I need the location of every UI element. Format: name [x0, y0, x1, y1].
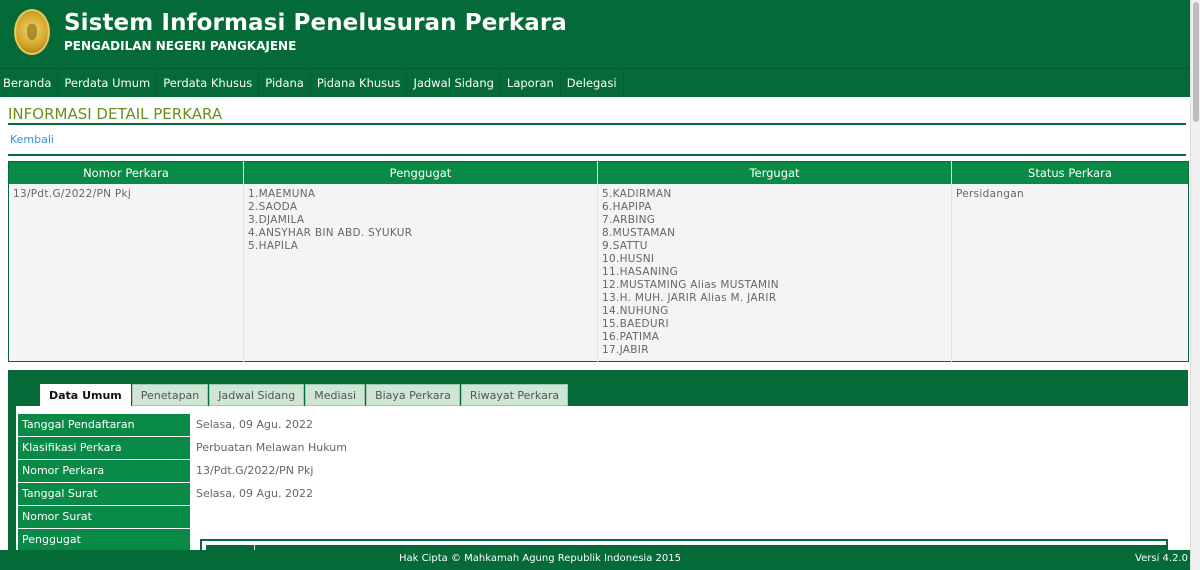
field-value-tanggal-pendaftaran: Selasa, 09 Agu. 2022 [196, 418, 313, 431]
page: Sistem Informasi Penelusuran Perkara PEN… [0, 0, 1200, 570]
court-emblem-icon [14, 9, 50, 55]
tab-riwayat-perkara[interactable]: Riwayat Perkara [460, 384, 569, 406]
penggugat-cell: 1.MAEMUNA 2.SAODA 3.DJAMILA 4.ANSYHAR BI… [243, 183, 598, 362]
column-header-nomor: Nomor Perkara [8, 161, 244, 184]
footer-version: Versi 4.2.0 [1135, 553, 1188, 564]
tab-content-data-umum: Tanggal Pendaftaran Selasa, 09 Agu. 2022… [16, 406, 1188, 570]
main-nav: Beranda Perdata Umum Perdata Khusus Pida… [0, 68, 1190, 97]
page-scrollbar[interactable] [1190, 0, 1200, 570]
tergugat-name: 14.NUHUNG [602, 304, 669, 317]
field-value-klasifikasi-perkara: Perbuatan Melawan Hukum [196, 441, 347, 454]
footer-copyright: Hak Cipta © Mahkamah Agung Republik Indo… [399, 553, 681, 564]
nav-item-perdata-umum[interactable]: Perdata Umum [58, 69, 158, 97]
tab-data-umum[interactable]: Data Umum [40, 384, 131, 406]
nav-item-pidana-khusus[interactable]: Pidana Khusus [311, 69, 408, 97]
tab-biaya-perkara[interactable]: Biaya Perkara [366, 384, 460, 406]
nav-item-laporan[interactable]: Laporan [501, 69, 561, 97]
nav-item-pidana[interactable]: Pidana [259, 69, 311, 97]
field-label-penggugat: Penggugat [18, 529, 190, 551]
detail-tabs: Data Umum Penetapan Jadwal Sidang Medias… [40, 384, 569, 406]
tergugat-name: 17.JABIR [602, 343, 649, 356]
case-status: Persidangan [956, 187, 1024, 200]
column-header-tergugat: Tergugat [597, 161, 952, 184]
back-link[interactable]: Kembali [10, 133, 54, 146]
field-label-klasifikasi-perkara: Klasifikasi Perkara [18, 437, 190, 459]
site-header: Sistem Informasi Penelusuran Perkara PEN… [0, 0, 1190, 68]
penggugat-name: 5.HAPILA [248, 239, 299, 252]
field-value-nomor-perkara: 13/Pdt.G/2022/PN Pkj [196, 464, 314, 477]
back-divider [8, 154, 1186, 156]
column-header-penggugat: Penggugat [243, 161, 598, 184]
tergugat-name: 13.H. MUH. JARIR Alias M. JARIR [602, 291, 777, 304]
title-divider [8, 123, 1186, 125]
field-label-tanggal-surat: Tanggal Surat [18, 483, 190, 505]
tergugat-name: 9.SATTU [602, 239, 648, 252]
field-value-tanggal-surat: Selasa, 09 Agu. 2022 [196, 487, 313, 500]
penggugat-name: 1.MAEMUNA [248, 187, 316, 200]
tergugat-name: 7.ARBING [602, 213, 656, 226]
table-header-row: Nomor Perkara Penggugat Tergugat Status … [8, 161, 1189, 184]
tergugat-name: 16.PATIMA [602, 330, 660, 343]
tab-jadwal-sidang[interactable]: Jadwal Sidang [209, 384, 305, 406]
field-label-tanggal-pendaftaran: Tanggal Pendaftaran [18, 414, 190, 436]
tergugat-name: 10.HUSNI [602, 252, 655, 265]
penggugat-name: 3.DJAMILA [248, 213, 305, 226]
field-label-nomor-surat: Nomor Surat [18, 506, 190, 528]
case-summary-table: Nomor Perkara Penggugat Tergugat Status … [8, 161, 1189, 362]
tergugat-name: 12.MUSTAMING Alias MUSTAMIN [602, 278, 779, 291]
tergugat-cell: 5.KADIRMAN 6.HAPIPA 7.ARBING 8.MUSTAMAN … [597, 183, 952, 362]
site-title: Sistem Informasi Penelusuran Perkara [64, 10, 567, 36]
site-footer: Hak Cipta © Mahkamah Agung Republik Indo… [0, 550, 1190, 570]
status-cell: Persidangan [951, 183, 1189, 362]
penggugat-name: 4.ANSYHAR BIN ABD. SYUKUR [248, 226, 413, 239]
tab-mediasi[interactable]: Mediasi [305, 384, 366, 406]
scrollbar-thumb[interactable] [1193, 2, 1199, 122]
tergugat-name: 5.KADIRMAN [602, 187, 672, 200]
case-number: 13/Pdt.G/2022/PN Pkj [13, 187, 132, 200]
tab-penetapan[interactable]: Penetapan [131, 384, 209, 406]
column-header-status: Status Perkara [951, 161, 1189, 184]
tergugat-name: 15.BAEDURI [602, 317, 669, 330]
nav-item-perdata-khusus[interactable]: Perdata Khusus [157, 69, 260, 97]
nav-item-beranda[interactable]: Beranda [0, 69, 59, 97]
tergugat-name: 6.HAPIPA [602, 200, 652, 213]
case-number-cell: 13/Pdt.G/2022/PN Pkj [8, 183, 244, 362]
nav-item-jadwal-sidang[interactable]: Jadwal Sidang [407, 69, 501, 97]
site-subtitle: PENGADILAN NEGERI PANGKAJENE [64, 39, 297, 53]
page-title: INFORMASI DETAIL PERKARA [8, 105, 223, 123]
tergugat-name: 11.HASANING [602, 265, 679, 278]
detail-panel: Data Umum Penetapan Jadwal Sidang Medias… [8, 370, 1188, 570]
table-row: 13/Pdt.G/2022/PN Pkj 1.MAEMUNA 2.SAODA 3… [8, 183, 1189, 362]
penggugat-name: 2.SAODA [248, 200, 298, 213]
nav-item-delegasi[interactable]: Delegasi [561, 69, 624, 97]
field-label-nomor-perkara: Nomor Perkara [18, 460, 190, 482]
tergugat-name: 8.MUSTAMAN [602, 226, 676, 239]
